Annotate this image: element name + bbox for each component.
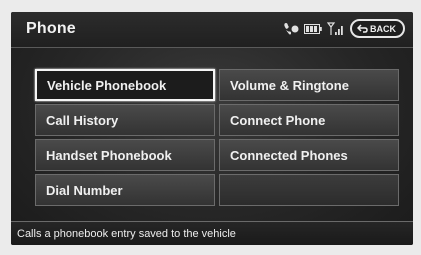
empty-menu-slot — [219, 174, 399, 206]
signal-strength-icon — [327, 21, 343, 35]
back-button[interactable]: BACK — [350, 19, 405, 38]
status-bar: BACK — [283, 19, 405, 38]
phone-menu: Vehicle Phonebook Volume & Ringtone Call… — [35, 69, 399, 206]
vehicle-phonebook-button[interactable]: Vehicle Phonebook — [35, 69, 215, 101]
phone-screen: Phone BACK Vehicle Phonebook Volume & Ri… — [11, 12, 413, 245]
help-text: Calls a phonebook entry saved to the veh… — [17, 227, 236, 240]
back-arrow-icon — [357, 24, 368, 33]
page-title: Phone — [26, 20, 76, 37]
handset-phonebook-button[interactable]: Handset Phonebook — [35, 139, 215, 171]
help-text-bar: Calls a phonebook entry saved to the veh… — [11, 221, 413, 245]
connected-phones-button[interactable]: Connected Phones — [219, 139, 399, 171]
battery-icon — [304, 23, 322, 34]
call-history-button[interactable]: Call History — [35, 104, 215, 136]
connect-phone-button[interactable]: Connect Phone — [219, 104, 399, 136]
volume-ringtone-button[interactable]: Volume & Ringtone — [219, 69, 399, 101]
dial-number-button[interactable]: Dial Number — [35, 174, 215, 206]
header-bar: Phone BACK — [11, 12, 413, 48]
back-button-label: BACK — [370, 23, 396, 34]
bluetooth-phone-icon — [284, 22, 299, 35]
